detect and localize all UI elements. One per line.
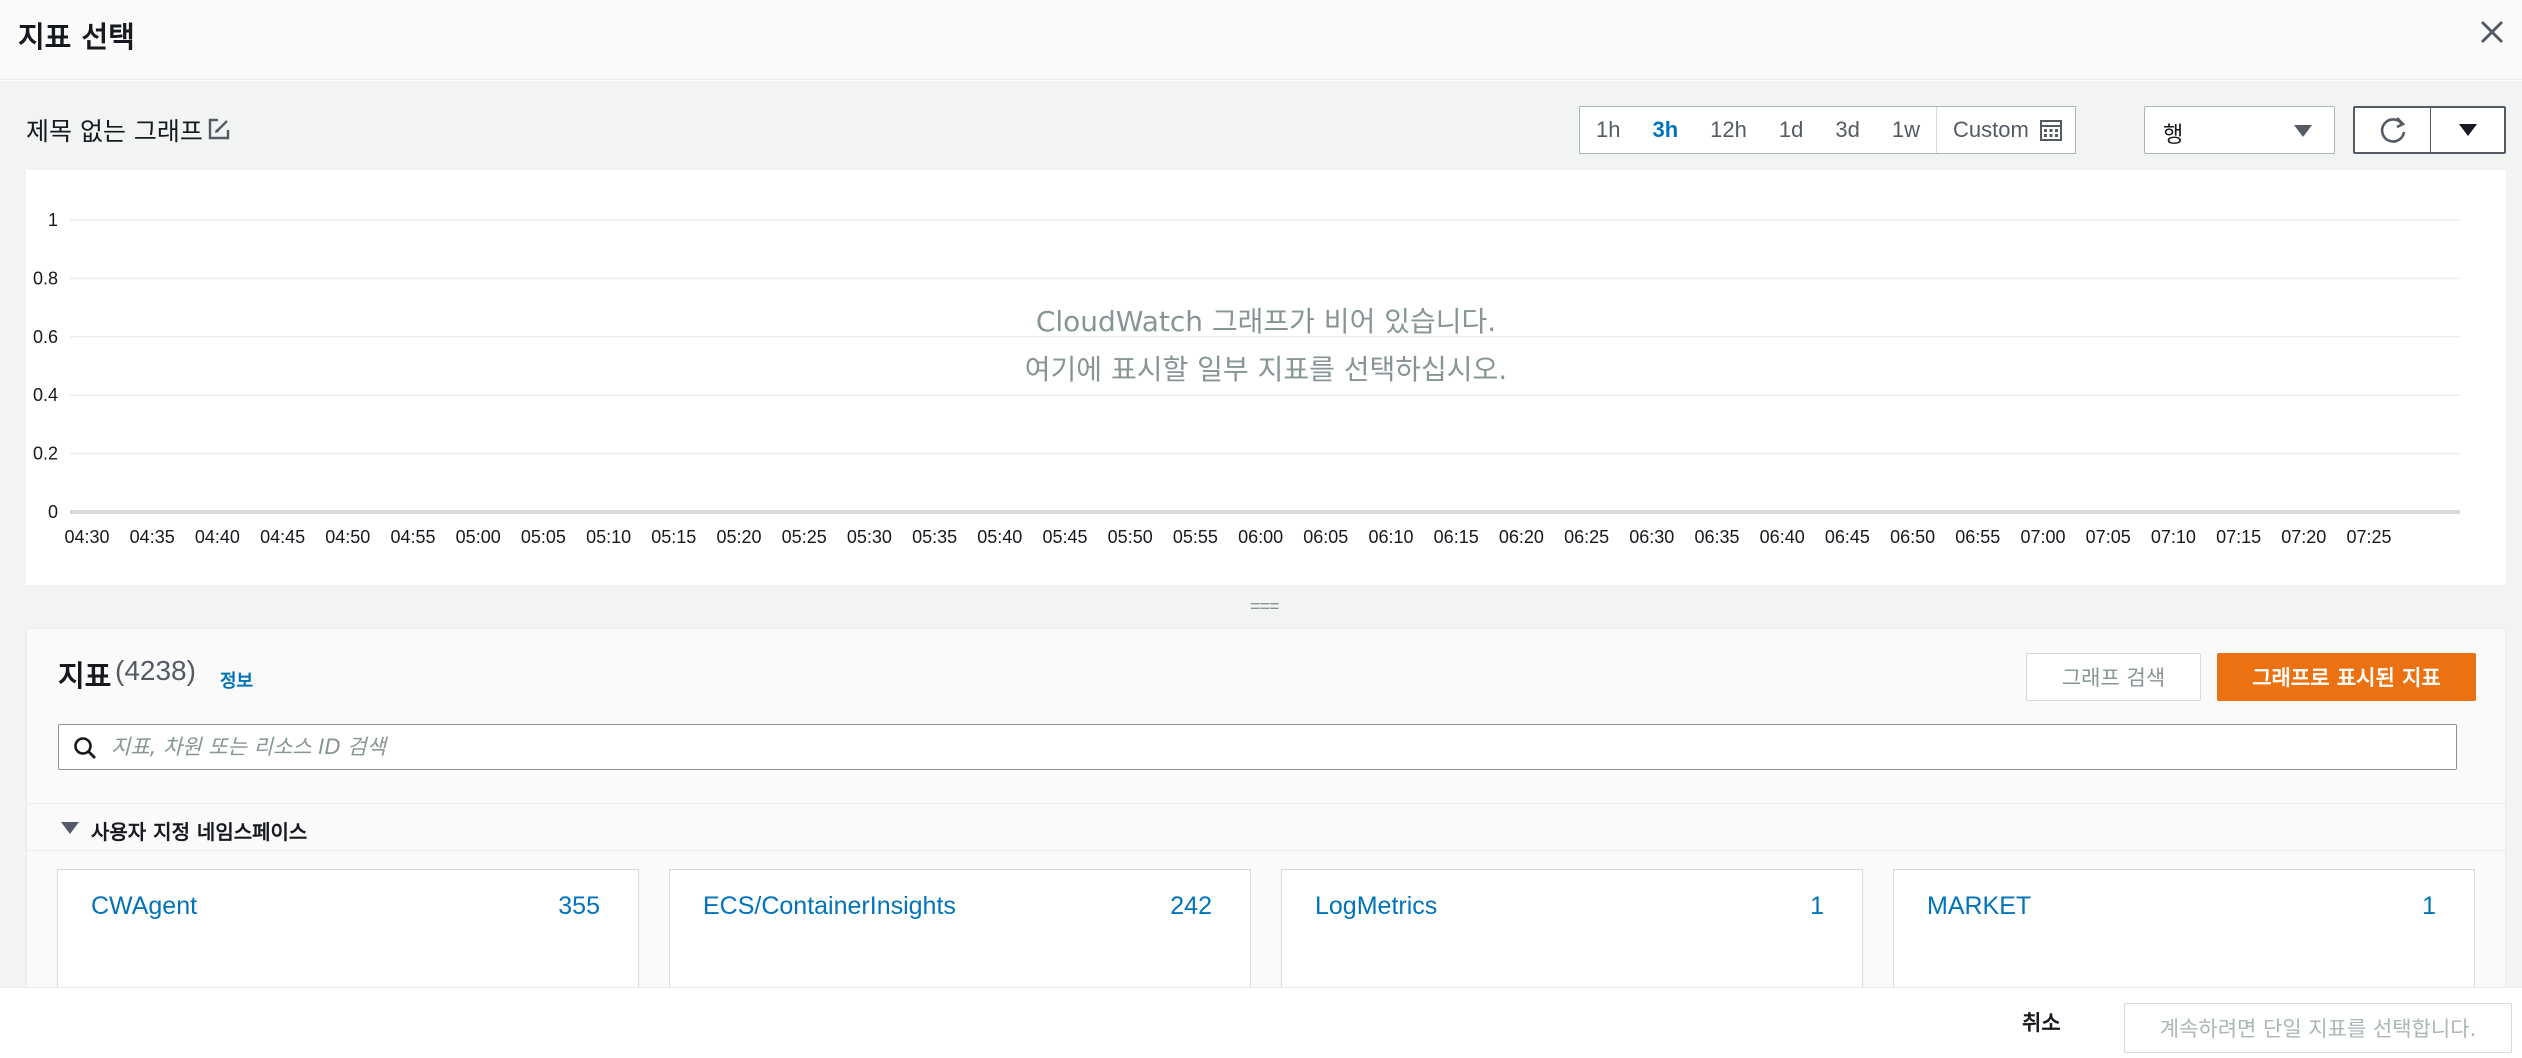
view-type-select[interactable]: 행 [2144,106,2335,154]
view-type-value: 행 [2163,123,2184,148]
x-tick-label: 05:00 [456,527,501,547]
x-tick-label: 05:45 [1042,527,1087,547]
x-tick-label: 06:55 [1955,527,2000,547]
close-button[interactable] [2474,14,2510,50]
x-tick-label: 05:40 [977,527,1022,547]
search-icon [74,737,96,759]
custom-namespaces-header[interactable]: 사용자 지정 네임스페이스 [27,803,2505,851]
x-tick-label: 06:50 [1890,527,1935,547]
x-tick-label: 06:30 [1629,527,1674,547]
x-tick-label: 06:20 [1499,527,1544,547]
metrics-browser: 지표 (4238) 정보 그래프 검색 그래프로 표시된 지표 사용자 지정 네… [26,628,2506,999]
empty-graph-hint: 여기에 표시할 일부 지표를 선택하십시오. [1024,353,1508,386]
x-tick-label: 07:00 [2020,527,2065,547]
x-tick-label: 04:55 [390,527,435,547]
x-tick-label: 05:15 [651,527,696,547]
x-tick-label: 05:25 [782,527,827,547]
namespace-card-logmetrics[interactable]: LogMetrics 1 [1281,869,1863,999]
refresh-button[interactable] [2355,108,2431,152]
x-tick-label: 05:10 [586,527,631,547]
modal-title: 지표 선택 [18,20,135,54]
calendar-icon [2039,120,2062,141]
x-tick-label: 06:35 [1694,527,1739,547]
x-tick-label: 05:20 [716,527,761,547]
metrics-search-input[interactable] [111,729,2441,765]
x-tick-label: 05:35 [912,527,957,547]
namespace-name[interactable]: MARKET [1927,892,2031,921]
x-tick-label: 05:05 [521,527,566,547]
x-tick-label: 06:15 [1434,527,1479,547]
refresh-icon [2380,117,2405,143]
x-tick-label: 04:30 [64,527,109,547]
namespace-card-ecs-containerinsights[interactable]: ECS/ContainerInsights 242 [669,869,1251,999]
edit-title-button[interactable] [206,116,232,142]
namespace-card-cwagent[interactable]: CWAgent 355 [57,869,639,999]
select-metric-button: 계속하려면 단일 지표를 선택합니다. [2124,1003,2512,1053]
info-link[interactable]: 정보 [220,667,253,693]
time-range-3h[interactable]: 3h [1636,107,1694,153]
custom-namespaces-title: 사용자 지정 네임스페이스 [91,820,308,844]
x-tick-label: 04:45 [260,527,305,547]
caret-down-icon[interactable] [61,822,79,834]
refresh-options-button[interactable] [2431,108,2504,152]
x-tick-label: 07:20 [2281,527,2326,547]
y-tick-label: 0 [48,502,58,522]
graph-search-button[interactable]: 그래프 검색 [2026,653,2201,701]
empty-graph-message: CloudWatch 그래프가 비어 있습니다. [1035,305,1497,338]
x-tick-label: 06:05 [1303,527,1348,547]
namespace-count: 1 [1810,892,1824,920]
graphed-metrics-button[interactable]: 그래프로 표시된 지표 [2217,653,2476,701]
time-range-custom[interactable]: Custom [1935,107,2075,153]
x-tick-label: 07:10 [2151,527,2196,547]
x-tick-label: 04:35 [130,527,175,547]
x-tick-label: 06:40 [1760,527,1805,547]
metrics-heading: 지표 [58,659,112,693]
custom-label: Custom [1952,117,2029,142]
metrics-search-box [58,724,2457,770]
chevron-down-icon [2458,124,2477,136]
metrics-count: (4238) [115,655,196,686]
x-tick-label: 05:50 [1108,527,1153,547]
modal-header: 지표 선택 [0,0,2522,80]
x-tick-label: 06:00 [1238,527,1283,547]
time-range-12h[interactable]: 12h [1694,107,1763,153]
namespace-name[interactable]: ECS/ContainerInsights [703,892,956,921]
time-range-1h[interactable]: 1h [1580,107,1636,153]
modal-footer: 취소 계속하려면 단일 지표를 선택합니다. [0,987,2522,1058]
cancel-button[interactable]: 취소 [2010,1002,2073,1042]
close-icon [2480,20,2504,44]
x-tick-label: 05:55 [1173,527,1218,547]
x-tick-label: 06:10 [1368,527,1413,547]
time-range-1d[interactable]: 1d [1763,107,1819,153]
time-range-1w[interactable]: 1w [1876,107,1936,153]
namespace-count: 355 [558,892,600,920]
edit-icon [208,118,230,140]
graph-panel: 1 0.8 0.6 0.4 0.2 0 04:30 04:35 04:40 04:45 04:50 0… [26,170,2506,585]
time-range-3d[interactable]: 3d [1819,107,1875,153]
y-tick-label: 0.2 [33,444,58,464]
x-tick-label: 06:25 [1564,527,1609,547]
x-tick-label: 07:25 [2346,527,2391,547]
x-tick-label: 04:50 [325,527,370,547]
namespace-name[interactable]: LogMetrics [1315,892,1437,921]
y-tick-label: 0.8 [33,268,58,288]
namespace-card-market[interactable]: MARKET 1 [1893,869,2475,999]
panel-resize-handle[interactable]: === [1250,596,1280,617]
x-tick-label: 04:40 [195,527,240,547]
namespace-name[interactable]: CWAgent [91,892,197,921]
namespace-count: 242 [1170,892,1212,920]
namespace-count: 1 [2422,892,2436,920]
x-tick-label: 06:45 [1825,527,1870,547]
time-range-selector: 1h 3h 12h 1d 3d 1w Custom [1579,106,2076,154]
x-tick-label: 07:05 [2086,527,2131,547]
refresh-button-group [2353,106,2506,154]
x-tick-label: 05:30 [847,527,892,547]
caret-down-icon [2294,125,2312,137]
graph-title: 제목 없는 그래프 [26,117,203,146]
y-tick-label: 1 [48,210,58,230]
x-tick-label: 07:15 [2216,527,2261,547]
y-tick-label: 0.4 [33,385,58,405]
